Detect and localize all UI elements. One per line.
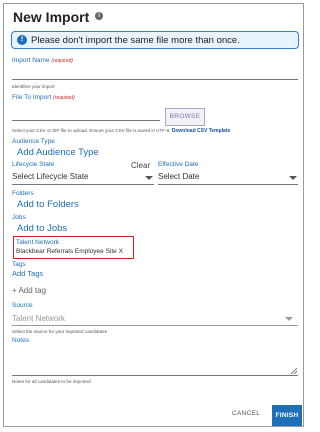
import-name-input[interactable] — [12, 79, 298, 80]
chevron-down-icon[interactable] — [145, 176, 153, 180]
audience-type-label: Audience Type — [12, 138, 55, 145]
add-to-folders-link[interactable]: Add to Folders — [17, 199, 79, 210]
add-tag-input[interactable]: + Add tag — [12, 286, 46, 295]
file-hint-text: Select your CSV or ZIP file to upload. E… — [12, 128, 171, 133]
lifecycle-state-label: Lifecycle State — [12, 161, 55, 168]
clear-lifecycle-button[interactable]: Clear — [131, 161, 150, 170]
notes-label: Notes — [12, 337, 29, 344]
warning-banner: ! Please don't import the same file more… — [11, 31, 299, 49]
import-name-hint: Identifies your import — [12, 84, 55, 89]
notes-textarea[interactable] — [12, 348, 298, 376]
effective-date-label: Effective Date — [158, 161, 199, 168]
file-hint: Select your CSV or ZIP file to upload. E… — [12, 128, 230, 134]
add-audience-type-link[interactable]: Add Audience Type — [17, 147, 99, 158]
file-label-text: File To Import — [12, 94, 52, 101]
dialog-title: New Import i — [13, 9, 104, 25]
add-to-jobs-link[interactable]: Add to Jobs — [17, 223, 67, 234]
alert-icon: ! — [17, 35, 27, 45]
remove-talent-network-icon[interactable]: X — [119, 248, 123, 255]
talent-network-value: Blackbear Referrals Employee Site — [16, 248, 117, 255]
effective-date-select[interactable]: Select Date — [158, 172, 199, 181]
info-icon[interactable]: i — [95, 12, 104, 20]
source-underline — [12, 325, 298, 326]
dialog-title-text: New Import — [13, 9, 90, 25]
banner-message: Please don't import the same file more t… — [31, 35, 240, 46]
cancel-button[interactable]: CANCEL — [232, 410, 260, 417]
folders-label: Folders — [12, 190, 34, 197]
required-marker: (required) — [53, 95, 75, 101]
lifecycle-state-select[interactable]: Select Lifecycle State — [12, 172, 88, 181]
download-csv-template-link[interactable]: Download CSV Template — [172, 128, 231, 134]
source-label: Source — [12, 302, 33, 309]
chevron-down-icon[interactable] — [285, 317, 293, 321]
notes-hint: Notes for all candidates to be imported — [12, 379, 91, 384]
resize-handle-icon[interactable] — [291, 368, 297, 374]
browse-button[interactable]: BROWSE — [165, 108, 205, 126]
import-name-label: Import Name (required) — [12, 57, 73, 64]
import-name-label-text: Import Name — [12, 57, 50, 64]
chevron-down-icon[interactable] — [289, 176, 297, 180]
effective-date-underline — [158, 184, 298, 185]
lifecycle-underline — [12, 184, 154, 185]
source-select[interactable]: Talent Network — [12, 314, 65, 323]
tags-label: Tags — [12, 261, 26, 268]
talent-network-label: Talent Network — [16, 239, 59, 246]
jobs-label: Jobs — [12, 214, 26, 221]
new-import-dialog: New Import i ! Please don't import the s… — [3, 3, 304, 427]
finish-button[interactable]: FINISH — [272, 405, 302, 426]
source-hint: Select the source for your imported cand… — [12, 329, 107, 334]
file-to-import-label: File To Import (required) — [12, 94, 75, 101]
required-marker: (required) — [51, 58, 74, 64]
file-path-field[interactable] — [12, 120, 160, 121]
talent-network-chip: Blackbear Referrals Employee Site X — [16, 248, 123, 255]
add-tags-link[interactable]: Add Tags — [12, 269, 43, 278]
